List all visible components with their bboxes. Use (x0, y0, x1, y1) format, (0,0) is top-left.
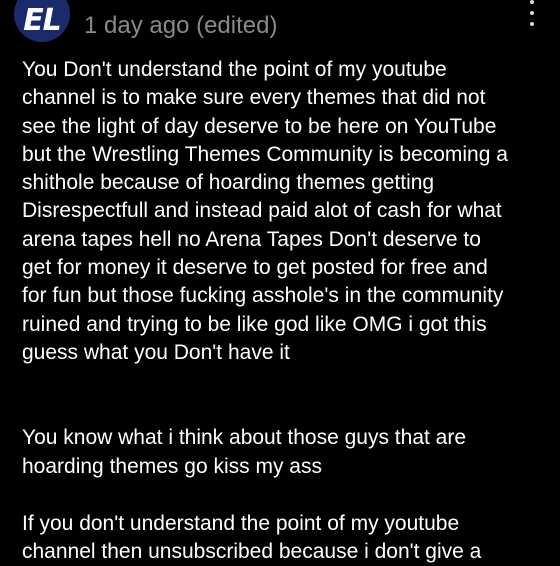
menu-dot (530, 22, 534, 26)
menu-dot (530, 11, 534, 15)
avatar-initials: EL (23, 2, 62, 38)
comment-paragraph: You know what i think about those guys t… (22, 426, 467, 478)
comment-paragraph: If you don't understand the point of my … (22, 511, 482, 564)
more-vertical-icon[interactable] (524, 0, 540, 26)
comment-paragraph: You Don't understand the point of my you… (22, 58, 508, 364)
menu-dot (530, 0, 534, 4)
avatar[interactable]: EL (14, 0, 70, 42)
comment-timestamp: 1 day ago (edited) (84, 12, 278, 39)
comment-body: You Don't understand the point of my you… (22, 56, 552, 566)
